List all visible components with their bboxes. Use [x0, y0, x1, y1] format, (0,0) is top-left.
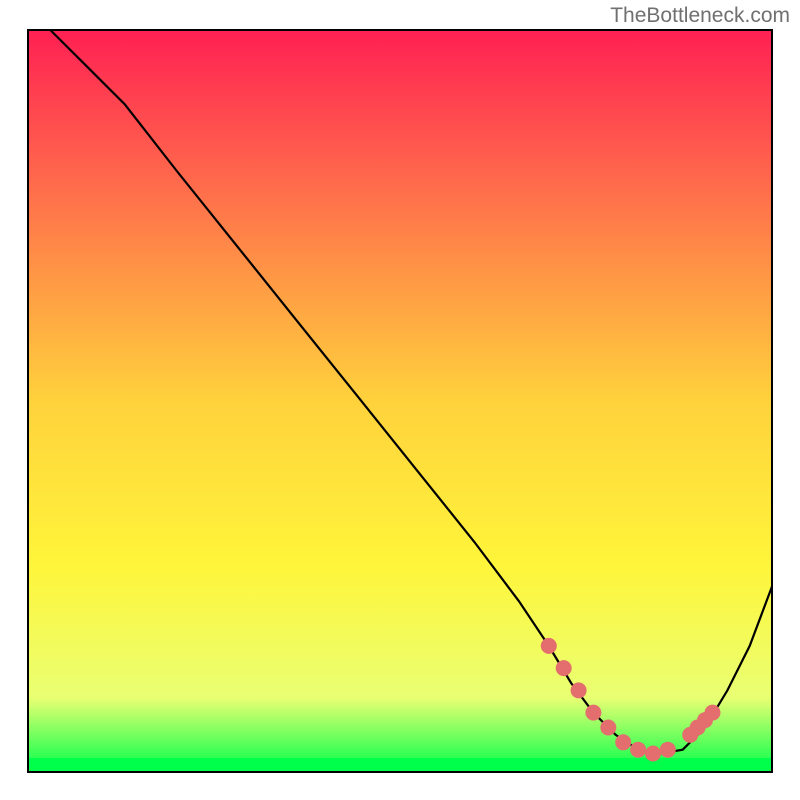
sweet-spot-marker — [571, 682, 587, 698]
plot-area — [28, 30, 772, 772]
sweet-spot-marker — [600, 720, 616, 736]
sweet-spot-marker — [556, 660, 572, 676]
sweet-spot-marker — [660, 742, 676, 758]
sweet-spot-marker — [645, 746, 661, 762]
sweet-spot-marker — [705, 705, 721, 721]
sweet-spot-marker — [615, 734, 631, 750]
sweet-spot-marker — [585, 705, 601, 721]
sweet-spot-marker — [630, 742, 646, 758]
bottleneck-chart — [0, 0, 800, 800]
attribution-label: TheBottleneck.com — [610, 4, 790, 28]
green-band — [28, 758, 772, 772]
sweet-spot-marker — [541, 638, 557, 654]
